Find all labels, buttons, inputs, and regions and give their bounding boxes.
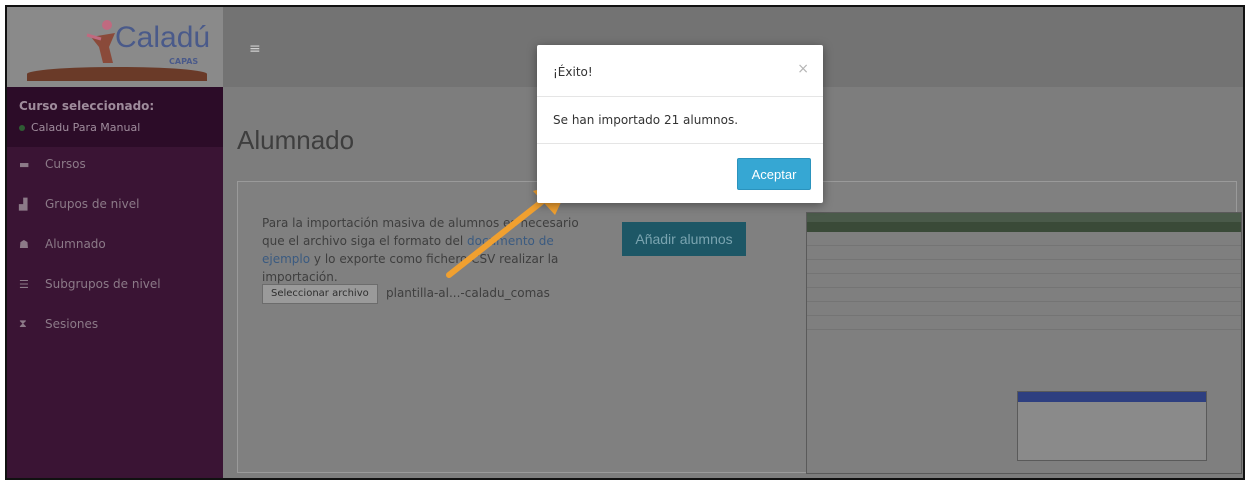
folder-icon: ▬ bbox=[19, 157, 30, 171]
users-icon: ☗ bbox=[19, 237, 29, 251]
hourglass-icon: ⧗ bbox=[19, 317, 27, 330]
logo-text: Caladú bbox=[115, 21, 211, 54]
sidebar-item-label: Subgrupos de nivel bbox=[45, 277, 161, 291]
sidebar-item-label: Cursos bbox=[45, 157, 86, 171]
screenshot-row bbox=[807, 260, 1241, 274]
screenshot-row bbox=[807, 302, 1241, 316]
screenshot-frame: Caladú CAPAS Curso seleccionado: Caladu … bbox=[5, 5, 1245, 480]
list-icon: ☰ bbox=[19, 277, 29, 291]
sidebar-item-label: Alumnado bbox=[45, 237, 106, 251]
modal-title: ¡Éxito! bbox=[553, 65, 593, 79]
close-icon[interactable]: × bbox=[797, 61, 809, 77]
sidebar-item-sesiones[interactable]: ⧗ Sesiones bbox=[19, 317, 98, 331]
screenshot-row bbox=[807, 246, 1241, 260]
logo[interactable]: Caladú CAPAS bbox=[7, 7, 223, 87]
selected-file-name: plantilla-al...-caladu_comas bbox=[386, 286, 550, 300]
screenshot-row bbox=[807, 274, 1241, 288]
sidebar-item-label: Grupos de nivel bbox=[45, 197, 140, 211]
logo-subtext: CAPAS bbox=[169, 57, 199, 66]
hamburger-menu-icon[interactable]: ≡ bbox=[249, 41, 261, 57]
screenshot-row bbox=[807, 288, 1241, 302]
screenshot-row bbox=[807, 316, 1241, 330]
selected-course-name: Caladu Para Manual bbox=[19, 121, 140, 134]
import-panel: Para la importación masiva de alumnos es… bbox=[237, 181, 1242, 474]
sidebar-item-subgrupos[interactable]: ☰ Subgrupos de nivel bbox=[19, 277, 161, 291]
success-modal: ¡Éxito! × Se han importado 21 alumnos. A… bbox=[537, 45, 823, 203]
screenshot-ribbon bbox=[807, 222, 1241, 232]
add-students-button[interactable]: Añadir alumnos bbox=[622, 222, 746, 256]
modal-header: ¡Éxito! × bbox=[537, 45, 823, 97]
sidebar-item-alumnado[interactable]: ☗ Alumnado bbox=[19, 237, 106, 251]
screenshot-row bbox=[807, 232, 1241, 246]
modal-footer: Aceptar bbox=[537, 143, 823, 203]
selected-course-box bbox=[7, 87, 223, 147]
screenshot-dropdown-selected bbox=[1018, 392, 1206, 402]
sidebar-item-label: Sesiones bbox=[45, 317, 99, 331]
modal-message: Se han importado 21 alumnos. bbox=[553, 113, 739, 127]
status-dot-icon bbox=[19, 125, 25, 131]
screenshot-format-dropdown bbox=[1017, 391, 1207, 461]
selected-course-label: Curso seleccionado: bbox=[19, 99, 155, 113]
logo-swoosh bbox=[27, 67, 207, 81]
sidebar-item-cursos[interactable]: ▬ Cursos bbox=[19, 157, 86, 171]
sidebar-item-grupos[interactable]: ▟ Grupos de nivel bbox=[19, 197, 139, 211]
screenshot-menubar bbox=[807, 213, 1241, 222]
chart-icon: ▟ bbox=[19, 197, 28, 211]
sidebar: Caladú CAPAS Curso seleccionado: Caladu … bbox=[7, 7, 223, 478]
course-name-text: Caladu Para Manual bbox=[31, 121, 141, 134]
accept-button[interactable]: Aceptar bbox=[737, 158, 811, 190]
select-file-button[interactable]: Seleccionar archivo bbox=[262, 284, 378, 304]
excel-export-screenshot bbox=[806, 212, 1242, 474]
page-title: Alumnado bbox=[237, 125, 355, 155]
